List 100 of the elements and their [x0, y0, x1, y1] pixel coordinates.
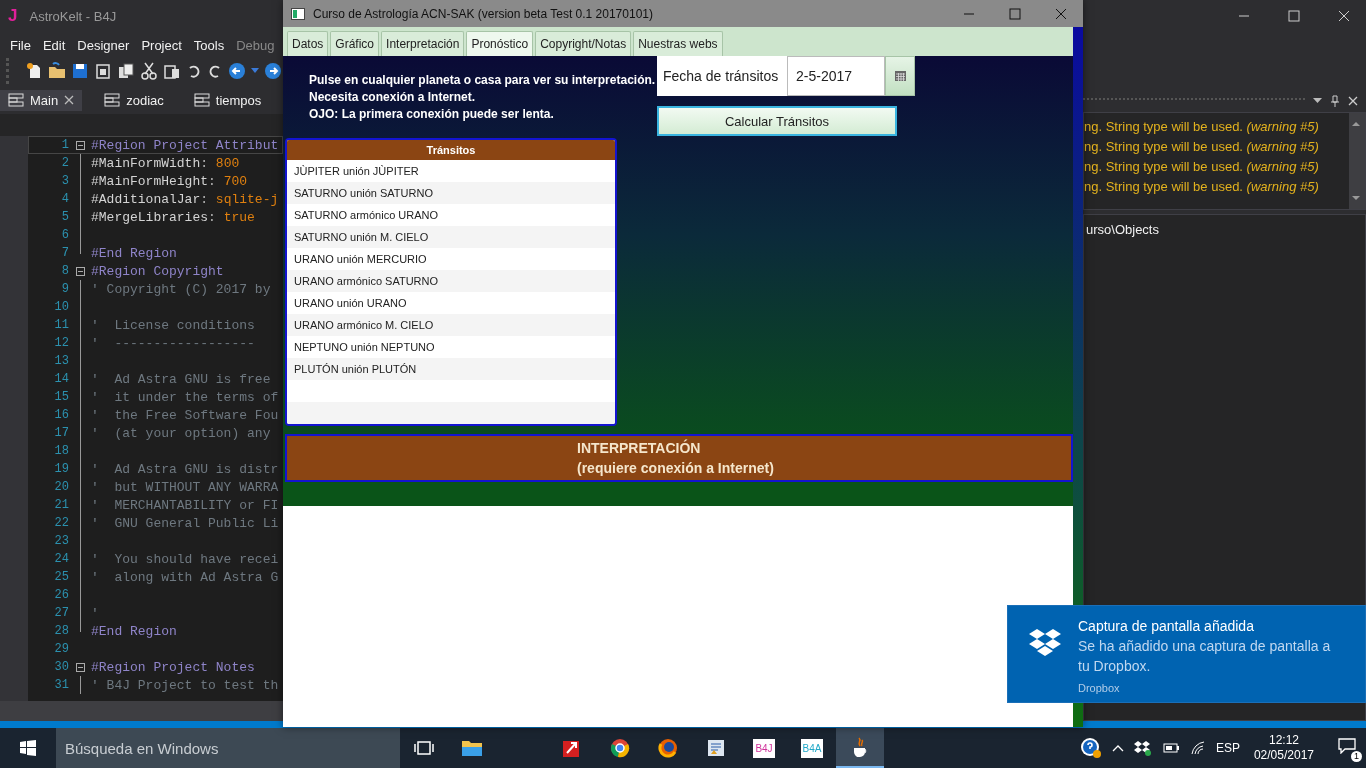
collapse-icon[interactable]: [75, 140, 85, 150]
code-line: #MainFormWidth: 800: [91, 155, 240, 171]
line-number: 13: [53, 354, 69, 368]
tab[interactable]: Datos: [287, 31, 329, 56]
back-icon[interactable]: [228, 62, 246, 80]
battery-icon[interactable]: [1161, 742, 1180, 754]
browser-icon: [610, 738, 630, 758]
calculate-button[interactable]: Calcular Tránsitos: [657, 106, 897, 136]
line-number: 7: [60, 246, 69, 260]
line-number: 31: [53, 678, 69, 692]
folder-icon: [461, 739, 483, 757]
menu-item[interactable]: Edit: [42, 37, 66, 53]
form-icon: [104, 93, 121, 107]
tab[interactable]: Gráfico: [330, 31, 380, 56]
save-icon[interactable]: [71, 62, 89, 80]
line-number: 11: [53, 318, 69, 332]
instruction-text: Pulse en cualquier planeta o casa para ver su interpretación.: [309, 72, 657, 89]
collapse-icon[interactable]: [75, 266, 85, 276]
transit-item[interactable]: URANO armónico SATURNO: [287, 270, 615, 292]
cut-icon[interactable]: [140, 62, 158, 80]
line-number: 15: [53, 390, 69, 404]
file-tab[interactable]: zodiac: [96, 89, 172, 111]
menu-item[interactable]: Project: [141, 37, 182, 53]
notification-popup[interactable]: Captura de pantalla añadida Se ha añadido una captura de pantalla a tu Dropbox. Dropbox: [1007, 605, 1366, 703]
close-icon[interactable]: [1055, 7, 1067, 20]
wifi-icon[interactable]: [1189, 741, 1206, 755]
maximize-icon[interactable]: [1009, 7, 1021, 20]
arrow-app-icon: [562, 738, 582, 758]
app-logo: B4J: [753, 738, 775, 758]
line-number: 23: [53, 534, 69, 548]
code-line: ' ------------------: [91, 335, 255, 351]
folder-path: urso\Objects: [1086, 222, 1159, 237]
code-line: ' Ad Astra GNU is distr: [91, 461, 279, 477]
file-tab[interactable]: tiempos: [185, 89, 270, 111]
horizontal-scrollbar[interactable]: [0, 701, 283, 721]
line-number: 16: [53, 408, 69, 422]
file-tab[interactable]: Main: [0, 89, 83, 111]
instruction-text: Necesita conexión a Internet.: [309, 89, 477, 106]
help-icon[interactable]: [1079, 737, 1102, 759]
code-line: #End Region: [91, 245, 177, 261]
code-line: ' it under the terms of: [91, 389, 279, 405]
code-line: #MainFormHeight: 700: [91, 173, 248, 189]
transit-item[interactable]: SATURNO unión SATURNO: [287, 182, 615, 204]
code-line: ' Ad Astra GNU is free: [91, 371, 271, 387]
transit-item[interactable]: SATURNO unión M. CIELO: [287, 226, 615, 248]
code-line: #MergeLibraries: true: [91, 209, 255, 225]
line-number: 9: [60, 282, 69, 296]
line-number: 22: [53, 516, 69, 530]
save-all-icon[interactable]: [94, 62, 112, 80]
calendar-button[interactable]: [885, 56, 915, 96]
transit-item[interactable]: PLUTÓN unión PLUTÓN: [287, 358, 615, 380]
dropbox-icon[interactable]: [1133, 740, 1152, 756]
notification-message: Se ha añadido una captura de pantalla a tu Dropbox.: [1078, 637, 1332, 676]
tab[interactable]: Pronóstico: [466, 31, 534, 56]
notification-source: Dropbox: [1078, 682, 1121, 694]
paste-icon[interactable]: [163, 62, 181, 80]
transit-item[interactable]: URANO armónico M. CIELO: [287, 314, 615, 336]
date-field[interactable]: 2-5-2017: [787, 56, 885, 96]
window-title: AstroKelt - B4J: [29, 8, 117, 24]
tab[interactable]: Nuestras webs: [633, 31, 723, 56]
dropdown-icon[interactable]: [1313, 98, 1322, 104]
language-indicator[interactable]: ESP: [1215, 741, 1240, 755]
app-logo: J: [8, 6, 18, 26]
window-title: Curso de Astrología ACN-SAK (version beta Test 0.1 20170101): [313, 6, 653, 21]
search-field[interactable]: Búsqueda en Windows: [56, 728, 400, 768]
menu-item[interactable]: Designer: [77, 37, 130, 53]
open-folder-icon[interactable]: [48, 62, 66, 80]
tab[interactable]: Copyright/Notas: [535, 31, 632, 56]
warning-message: ng. String type will be used. (warning #5): [1084, 139, 1320, 156]
line-number: 4: [60, 192, 69, 206]
clock[interactable]: 12:12 02/05/2017: [1253, 733, 1314, 763]
chevron-up-icon[interactable]: [1111, 744, 1124, 752]
taskbar-button[interactable]: B4J: [740, 728, 788, 768]
menu-item[interactable]: File: [10, 37, 31, 53]
caret-icon[interactable]: [251, 68, 259, 74]
collapse-icon[interactable]: [75, 662, 85, 672]
menu-item[interactable]: Tools: [193, 37, 225, 53]
form-icon: [8, 93, 24, 107]
code-line: ' GNU General Public Li: [91, 515, 279, 531]
line-number: 27: [53, 606, 69, 620]
tab[interactable]: Interpretación: [381, 31, 465, 56]
windows-start-icon[interactable]: [20, 740, 36, 756]
code-line: ' (at your option) any: [91, 425, 271, 441]
taskbar-button[interactable]: [836, 728, 884, 768]
new-file-icon[interactable]: [25, 62, 43, 80]
line-number: 8: [60, 264, 69, 278]
line-number: 18: [53, 444, 69, 458]
calendar-icon: [894, 71, 906, 81]
pin-icon[interactable]: [1330, 95, 1340, 107]
notification-title: Captura de pantalla añadida: [1078, 617, 1255, 636]
line-number: 2: [60, 156, 69, 170]
close-icon[interactable]: [64, 95, 75, 105]
notification-count: 1: [1351, 751, 1362, 762]
copy-icon[interactable]: [117, 62, 135, 80]
notifications-icon[interactable]: [1338, 738, 1356, 754]
code-line: ' B4J Project to test th: [91, 677, 279, 693]
banner-subtitle: (requiere conexión a Internet): [577, 459, 775, 478]
line-number: 25: [53, 570, 69, 584]
forward-icon[interactable]: [264, 62, 282, 80]
line-number: 1: [60, 138, 69, 152]
